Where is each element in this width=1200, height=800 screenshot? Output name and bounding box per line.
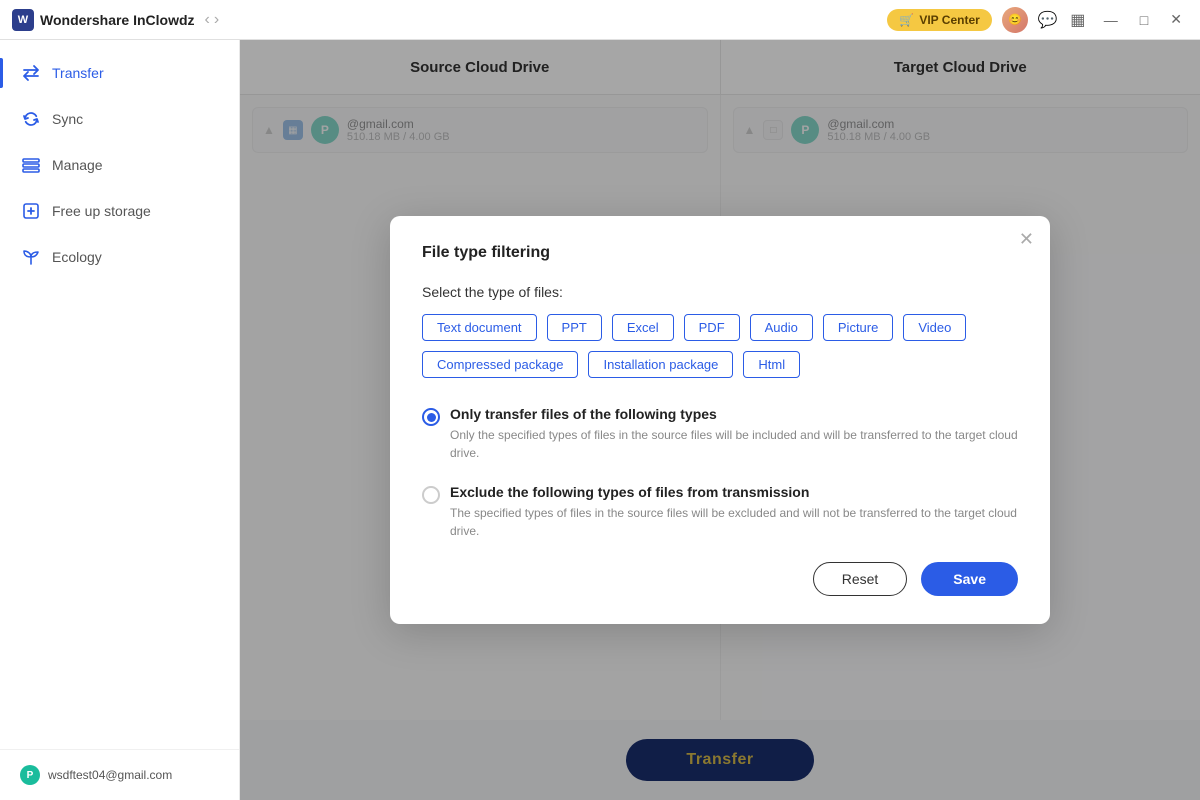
manage-icon — [20, 154, 42, 176]
titlebar-right: 🛒 VIP Center 😊 💬 ▦ — □ ✕ — [887, 7, 1188, 33]
nav-forward-icon[interactable]: › — [214, 11, 219, 29]
message-icon[interactable]: 💬 — [1038, 10, 1058, 30]
app-icon: W — [12, 9, 34, 31]
reset-button[interactable]: Reset — [813, 562, 908, 596]
sidebar-item-free-up-storage-label: Free up storage — [52, 203, 151, 219]
file-type-audio[interactable]: Audio — [750, 314, 813, 341]
file-type-section-label: Select the type of files: — [422, 284, 1018, 300]
sidebar-item-sync[interactable]: Sync — [0, 96, 239, 142]
app-logo: W Wondershare InClowdz — [12, 9, 195, 31]
sidebar-item-manage[interactable]: Manage — [0, 142, 239, 188]
nav-arrows: ‹ › — [205, 11, 220, 29]
radio-exclude-label: Exclude the following types of files fro… — [450, 484, 1018, 500]
radio-exclude-desc: The specified types of files in the sour… — [450, 504, 1018, 540]
avatar[interactable]: 😊 — [1002, 7, 1028, 33]
sidebar-item-manage-label: Manage — [52, 157, 103, 173]
vip-center-button[interactable]: 🛒 VIP Center — [887, 9, 991, 31]
transfer-icon — [20, 62, 42, 84]
minimize-button[interactable]: — — [1098, 12, 1124, 28]
file-type-html[interactable]: Html — [743, 351, 800, 378]
file-type-compressed-package[interactable]: Compressed package — [422, 351, 578, 378]
radio-only-transfer-desc: Only the specified types of files in the… — [450, 426, 1018, 462]
app-body: Transfer Sync Manage — [0, 40, 1200, 800]
radio-only-transfer-btn[interactable] — [422, 408, 440, 426]
modal-close-button[interactable]: ✕ — [1019, 230, 1034, 248]
nav-back-icon[interactable]: ‹ — [205, 11, 210, 29]
file-type-picture[interactable]: Picture — [823, 314, 893, 341]
radio-only-transfer-content: Only transfer files of the following typ… — [450, 406, 1018, 462]
sync-icon — [20, 108, 42, 130]
cart-icon: 🛒 — [899, 13, 914, 27]
titlebar: W Wondershare InClowdz ‹ › 🛒 VIP Center … — [0, 0, 1200, 40]
modal-footer: Reset Save — [422, 562, 1018, 596]
free-up-storage-icon — [20, 200, 42, 222]
sidebar-bottom: P wsdftest04@gmail.com — [0, 749, 239, 800]
file-type-text-document[interactable]: Text document — [422, 314, 537, 341]
file-type-video[interactable]: Video — [903, 314, 966, 341]
file-type-buttons: Text document PPT Excel PDF Audio Pictur… — [422, 314, 1018, 378]
close-button[interactable]: ✕ — [1164, 11, 1188, 28]
vip-label: VIP Center — [919, 13, 979, 27]
settings-icon[interactable]: ▦ — [1068, 10, 1088, 30]
radio-exclude-btn[interactable] — [422, 486, 440, 504]
modal-overlay: File type filtering ✕ Select the type of… — [240, 40, 1200, 800]
file-type-filtering-modal: File type filtering ✕ Select the type of… — [390, 216, 1050, 624]
sidebar-item-ecology[interactable]: Ecology — [0, 234, 239, 280]
modal-title: File type filtering — [422, 244, 1018, 262]
file-type-pdf[interactable]: PDF — [684, 314, 740, 341]
save-button[interactable]: Save — [921, 562, 1018, 596]
account-dot: P — [20, 765, 40, 785]
radio-exclude-content: Exclude the following types of files fro… — [450, 484, 1018, 540]
file-type-installation-package[interactable]: Installation package — [588, 351, 733, 378]
sidebar-item-transfer-label: Transfer — [52, 65, 104, 81]
sidebar-account[interactable]: P wsdftest04@gmail.com — [20, 765, 219, 785]
radio-only-transfer-label: Only transfer files of the following typ… — [450, 406, 1018, 422]
radio-exclude[interactable]: Exclude the following types of files fro… — [422, 484, 1018, 540]
sidebar-item-free-up-storage[interactable]: Free up storage — [0, 188, 239, 234]
maximize-button[interactable]: □ — [1134, 12, 1154, 28]
sidebar-item-sync-label: Sync — [52, 111, 83, 127]
app-name: Wondershare InClowdz — [40, 12, 195, 28]
file-type-excel[interactable]: Excel — [612, 314, 674, 341]
main-content: Source Cloud Drive Target Cloud Drive ▲ … — [240, 40, 1200, 800]
file-type-ppt[interactable]: PPT — [547, 314, 602, 341]
ecology-icon — [20, 246, 42, 268]
sidebar-item-transfer[interactable]: Transfer — [0, 50, 239, 96]
sidebar-account-email: wsdftest04@gmail.com — [48, 768, 172, 782]
radio-only-transfer[interactable]: Only transfer files of the following typ… — [422, 406, 1018, 462]
sidebar-item-ecology-label: Ecology — [52, 249, 102, 265]
sidebar: Transfer Sync Manage — [0, 40, 240, 800]
